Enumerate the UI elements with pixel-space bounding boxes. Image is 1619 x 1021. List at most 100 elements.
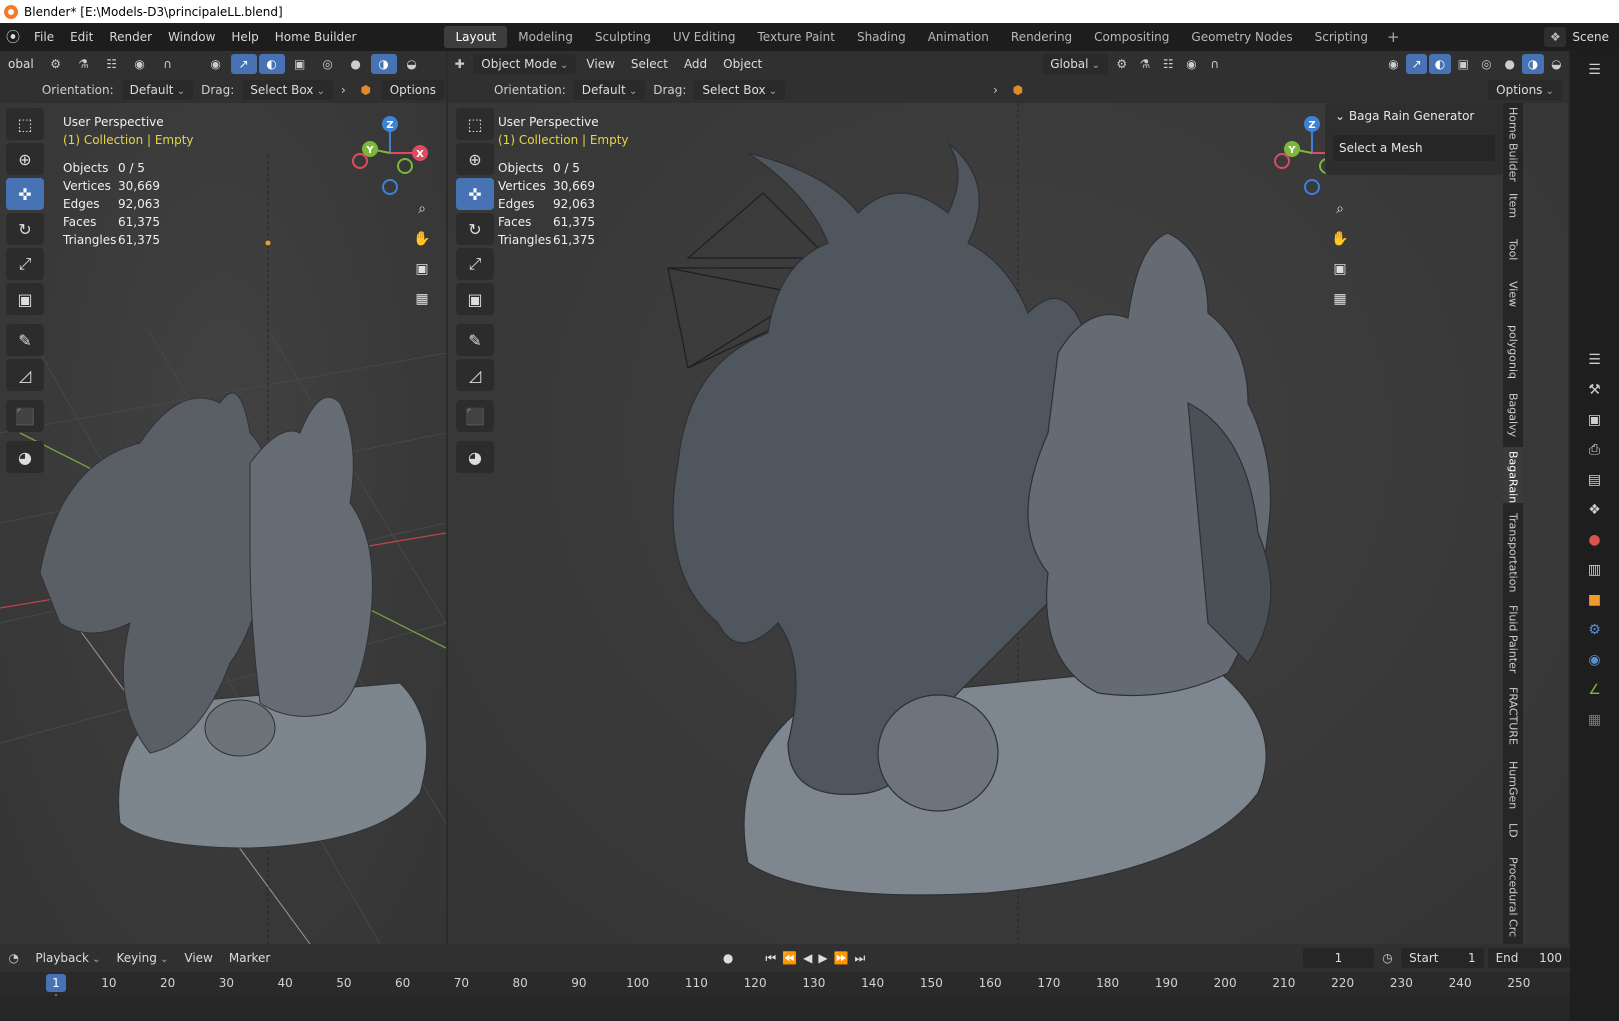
tab-animation[interactable]: Animation [917, 26, 1000, 48]
record-icon[interactable]: ● [723, 951, 733, 965]
overlay-toggle-icon[interactable]: ◐ [1429, 54, 1451, 74]
proportional-edit-icon[interactable]: ◉ [127, 54, 153, 74]
shading-material-icon[interactable]: ◑ [370, 54, 397, 74]
menu-playback[interactable]: Playback [27, 948, 108, 968]
tab-shading[interactable]: Shading [846, 26, 917, 48]
shading-material-icon[interactable]: ◑ [1522, 54, 1544, 74]
menu-add[interactable]: Add [676, 54, 715, 74]
sidebar-tab-item[interactable]: Item [1503, 189, 1523, 229]
transform-tool-icon[interactable]: ▣ [6, 283, 44, 315]
menu-render[interactable]: Render [101, 23, 160, 51]
pan-hand-icon[interactable]: ✋ [1328, 227, 1352, 251]
current-frame-field[interactable]: 1 [1303, 948, 1374, 968]
scene-selector[interactable]: ❖ Scene [1544, 26, 1619, 48]
play-icon[interactable]: ▶ [818, 951, 827, 965]
constraint-properties-icon[interactable]: ∠ [1570, 675, 1619, 705]
prev-keyframe-icon[interactable]: ⏪ [782, 951, 797, 965]
pivot-icon[interactable]: ⚙ [43, 54, 69, 74]
menu-timeline-view[interactable]: View [176, 948, 220, 968]
right-chevron-icon[interactable]: › [987, 83, 1004, 97]
transform-orientation-dropdown[interactable]: Global [1042, 54, 1109, 74]
tab-layout[interactable]: Layout [444, 26, 508, 48]
sidebar-tab-ld[interactable]: LD [1503, 819, 1523, 847]
falloff-icon[interactable]: ∩ [155, 54, 181, 74]
sidebar-tab-fluid-painter[interactable]: Fluid Painter [1503, 601, 1523, 677]
menu-select[interactable]: Select [623, 54, 676, 74]
snap-icon[interactable]: ⚗ [1134, 54, 1155, 74]
xray-icon[interactable]: ▣ [287, 54, 313, 74]
transform-tool-icon[interactable]: ▣ [456, 283, 494, 315]
outliner-icon[interactable]: ☰ [1570, 55, 1619, 85]
measure-tool-icon[interactable]: ◿ [6, 359, 44, 391]
world-properties-icon[interactable]: ● [1570, 525, 1619, 555]
play-reverse-icon[interactable]: ◀ [803, 951, 812, 965]
sidebar-tab-procedural[interactable]: Procedural Crc [1503, 853, 1523, 943]
menu-home-builder[interactable]: Home Builder [267, 23, 365, 51]
timeline-editor-type-icon[interactable]: ◔ [1, 948, 26, 968]
sidebar-tab-home-builder[interactable]: Home Builder [1503, 103, 1523, 183]
left-chevron-icon[interactable]: › [335, 83, 352, 97]
snap-settings-icon[interactable]: ☷ [1158, 54, 1179, 74]
tab-texture-paint[interactable]: Texture Paint [747, 26, 846, 48]
scale-tool-icon[interactable]: ⤢ [6, 248, 44, 280]
left-drag-dropdown[interactable]: Select Box [242, 80, 333, 100]
sidebar-tab-view[interactable]: View [1503, 277, 1523, 315]
shading-solid-icon[interactable]: ● [343, 54, 369, 74]
right-options-button[interactable]: Options [1488, 80, 1562, 100]
left-transform-orientation[interactable]: obal [0, 54, 42, 74]
pivot-point-icon[interactable]: ⚙ [1111, 54, 1132, 74]
xray-icon[interactable]: ▣ [1453, 54, 1474, 74]
tab-compositing[interactable]: Compositing [1083, 26, 1180, 48]
tab-uv-editing[interactable]: UV Editing [662, 26, 747, 48]
sidebar-tab-bagarain[interactable]: BagaRain [1503, 447, 1523, 503]
annotate-tool-icon[interactable]: ✎ [456, 324, 494, 356]
visibility-icon[interactable]: ◉ [1383, 54, 1404, 74]
move-tool-icon[interactable]: ✜ [6, 178, 44, 210]
start-frame-field[interactable]: Start 1 [1401, 948, 1484, 968]
menu-marker[interactable]: Marker [221, 948, 278, 968]
tab-scripting[interactable]: Scripting [1304, 26, 1379, 48]
menu-keying[interactable]: Keying [109, 948, 177, 968]
properties-editor-icon[interactable]: ☰ [1570, 345, 1619, 375]
tab-modeling[interactable]: Modeling [507, 26, 584, 48]
add-cube-tool-icon[interactable]: ⬛ [6, 400, 44, 432]
cursor-tool-icon[interactable]: ⊕ [6, 143, 44, 175]
select-mesh-button[interactable]: Select a Mesh [1333, 135, 1495, 161]
left-options-button[interactable]: Options [381, 80, 444, 100]
jump-start-icon[interactable]: ⏮ [765, 951, 776, 966]
gizmo-toggle-icon[interactable]: ↗ [1406, 54, 1428, 74]
clock-icon[interactable]: ◷ [1375, 948, 1400, 968]
select-box-tool-icon[interactable]: ⬚ [456, 108, 494, 140]
cursor-tool-icon[interactable]: ⊕ [456, 143, 494, 175]
menu-edit[interactable]: Edit [62, 23, 101, 51]
left-orientation-dropdown[interactable]: Default [121, 80, 194, 100]
modifier-properties-icon[interactable]: ⚙ [1570, 615, 1619, 645]
panel-header[interactable]: ⌄ Baga Rain Generator [1325, 103, 1503, 129]
extra-tool-icon[interactable]: ◕ [456, 441, 494, 473]
object-properties-icon[interactable]: ■ [1570, 585, 1619, 615]
jump-end-icon[interactable]: ⏭ [855, 951, 866, 966]
tool-properties-icon[interactable]: ⚒ [1570, 375, 1619, 405]
menu-view[interactable]: View [578, 54, 622, 74]
collection-properties-icon[interactable]: ▥ [1570, 555, 1619, 585]
annotate-tool-icon[interactable]: ✎ [6, 324, 44, 356]
shading-rendered-icon[interactable]: ◒ [1546, 54, 1567, 74]
tab-sculpting[interactable]: Sculpting [584, 26, 662, 48]
render-properties-icon[interactable]: ▣ [1570, 405, 1619, 435]
extra-tool-icon[interactable]: ◕ [6, 441, 44, 473]
perspective-grid-icon[interactable]: ▦ [410, 287, 434, 311]
menu-object[interactable]: Object [715, 54, 770, 74]
tab-geometry-nodes[interactable]: Geometry Nodes [1180, 26, 1303, 48]
sidebar-tab-transportation[interactable]: Transportation [1503, 509, 1523, 595]
zoom-icon[interactable]: ⌕ [410, 197, 434, 221]
editor-type-icon[interactable]: ✚ [449, 54, 470, 74]
select-box-tool-icon[interactable]: ⬚ [6, 108, 44, 140]
shading-solid-icon[interactable]: ● [1499, 54, 1520, 74]
visibility-icon[interactable]: ◉ [203, 54, 229, 74]
right-drag-dropdown[interactable]: Select Box [694, 80, 786, 100]
scale-tool-icon[interactable]: ⤢ [456, 248, 494, 280]
shading-rendered-icon[interactable]: ◒ [399, 54, 425, 74]
sidebar-tab-polygoniq[interactable]: polygoniq [1503, 321, 1523, 383]
snap-icon[interactable]: ⚗ [71, 54, 97, 74]
right-3d-viewport[interactable]: ✚ Object Mode View Select Add Object Glo… [448, 51, 1568, 944]
